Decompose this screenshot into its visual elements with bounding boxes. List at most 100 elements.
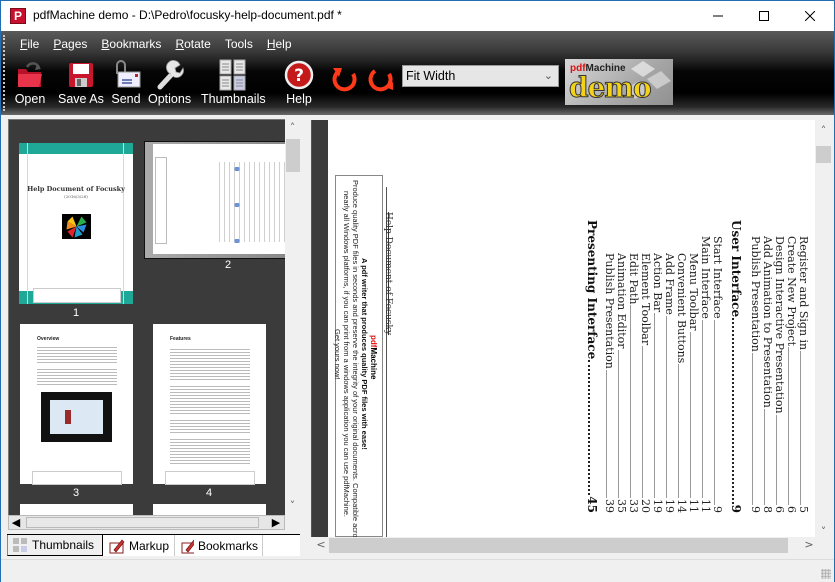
toolbar-grip[interactable] [3,35,6,111]
menu-rotate[interactable]: Rotate [168,35,217,55]
document-horizontal-scrollbar[interactable]: < > [311,537,832,554]
toc-entry[interactable]: Action Bar 19 [651,253,664,513]
thumbnail-page-3[interactable]: Overview [20,324,133,485]
toc-entry[interactable]: Presenting Interface 45 [585,220,599,513]
toc-entry[interactable]: Menu Toolbar 11 [687,253,700,513]
minimize-button[interactable] [695,1,741,31]
scroll-up-arrow-icon[interactable]: ˄ [815,124,832,137]
toc-entry-label: Publish Presentation [603,253,616,369]
scrollbar-thumb[interactable] [286,139,300,172]
toc-entry-page: 9 [729,504,743,513]
help-question-icon: ? [283,59,315,91]
thumbnail-page-6[interactable] [153,504,266,515]
menu-file[interactable]: File [13,35,46,55]
scroll-up-arrow-icon[interactable]: ˄ [285,121,300,134]
thumbnail-page-1[interactable]: Help Document of Focusky (2016/3/28) [19,143,133,304]
tab-thumbnails[interactable]: Thumbnails [7,535,103,556]
toc-entry-page: 19 [663,499,676,513]
toc-entry-page: 9 [749,506,762,513]
help-label: Help [286,92,312,106]
thumbnails-button[interactable]: Thumbnails [201,59,266,111]
toc-entry[interactable]: Add Frame 19 [663,253,676,513]
thumbnail-page-5[interactable] [20,504,133,515]
zoom-level-value: Fit Width [406,69,456,83]
envelope-paperclip-icon [110,59,142,91]
toc-entry-page: 11 [687,499,700,513]
toc-entry[interactable]: Create New Project 6 [785,236,798,513]
menu-tools[interactable]: Tools [218,35,260,55]
thumbnail-page-number: 3 [72,487,80,499]
toc-entry[interactable]: Edit Path 33 [627,253,640,513]
menu-help[interactable]: Help [260,35,299,55]
toc-entry[interactable]: Register and Sign in 5 [797,236,810,513]
zoom-level-dropdown[interactable]: Fit Width ⌄ [402,65,559,87]
toc-leader [642,346,648,498]
toc-leader [702,319,708,498]
toc-leader [732,318,738,504]
open-folder-icon [14,59,46,91]
thumbnail-page-number: 2 [224,259,232,271]
toc-entry[interactable]: Element Toolbar 20 [639,253,652,513]
thumbnails-grid-icon [13,538,27,552]
thumbnails-grid-icon [217,59,249,91]
menu-pages[interactable]: Pages [46,35,94,55]
thumbnail-page-2[interactable] [144,141,285,259]
menu-accel: R [175,37,185,51]
toc-entry-label: Design Interactive Presentation [773,236,786,414]
app-icon[interactable]: P [10,8,26,24]
resize-grip-icon[interactable] [821,569,831,579]
toc-entry-page: 5 [797,506,810,513]
menu-label: elp [275,37,292,51]
tab-bookmarks[interactable]: Bookmarks [177,535,263,556]
thumbnails-view: Help Document of Focusky (2016/3/28) 1 2 [8,119,285,515]
send-button[interactable]: Send [110,59,142,111]
menu-bookmarks[interactable]: Bookmarks [94,35,168,55]
menu-bar: File Pages Bookmarks Rotate Tools Help [13,35,299,55]
scroll-down-arrow-icon[interactable]: ˅ [285,499,300,512]
open-button[interactable]: Open [14,59,46,111]
toc-leader [714,319,720,505]
tab-label: Thumbnails [32,538,95,552]
toc-entry[interactable]: Start Interface 9 [711,236,724,513]
toc-leader [690,331,696,498]
pdf-page[interactable]: Help Document of Focusky pdfMachine A pd… [328,120,815,537]
scroll-left-arrow-icon[interactable]: ◀ [11,516,21,529]
options-label: Options [148,92,192,106]
save-as-button[interactable]: Save As [58,59,104,111]
toc-entry[interactable]: Design Interactive Presentation 6 [773,236,786,513]
document-vertical-scrollbar[interactable]: ˄ ˅ [815,120,832,538]
toc-entry[interactable]: User Interface 9 [729,220,743,513]
scroll-left-arrow-icon[interactable]: < [315,538,327,551]
toc-entry-page: 8 [761,506,774,513]
maximize-button[interactable] [741,1,787,31]
menu-label: ookmarks [109,37,162,51]
scrollbar-thumb[interactable] [816,146,831,163]
scrollbar-thumb[interactable] [26,517,259,528]
thumbnail-page-4[interactable]: Features [153,324,266,485]
scroll-right-arrow-icon[interactable]: > [803,538,815,551]
toc-entry[interactable]: Animation Editor 35 [615,253,628,513]
panel-tabs: Thumbnails Markup Bookmarks [7,534,300,556]
close-button[interactable] [787,1,833,31]
rotate-right-button[interactable] [365,63,397,115]
document-view: Help Document of Focusky pdfMachine A pd… [311,120,815,537]
thumbnails-vertical-scrollbar[interactable]: ˄ ˅ [285,119,300,515]
toc-entry[interactable]: Main Interface 11 [699,236,712,513]
tab-markup[interactable]: Markup [105,535,175,556]
options-button[interactable]: Options [148,59,191,111]
scrollbar-thumb[interactable] [329,538,788,553]
chevron-down-icon: ⌄ [543,70,553,82]
rotate-left-button[interactable] [329,63,361,115]
toc-entry[interactable]: Publish Presentation 39 [603,253,616,513]
toc-entry[interactable]: Add Animation to Presentation 8 [761,236,774,513]
toolbar-area: File Pages Bookmarks Rotate Tools Help O… [1,31,834,115]
scroll-right-arrow-icon[interactable]: ▶ [271,516,281,529]
thumb-title: Help Document of Focusky [27,185,125,193]
toc-entry[interactable]: Convenient Buttons 14 [675,253,688,513]
thumb-date: (2016/3/28) [64,194,88,199]
footer-line-1: Produce quality PDF files in seconds and… [351,180,360,537]
bookmarks-pencil-icon [181,538,194,553]
help-button[interactable]: ? Help [283,59,315,111]
toc-entry[interactable]: Publish Presentation 9 [749,236,762,513]
thumbnails-horizontal-scrollbar[interactable]: ◀ ▶ [8,515,285,530]
